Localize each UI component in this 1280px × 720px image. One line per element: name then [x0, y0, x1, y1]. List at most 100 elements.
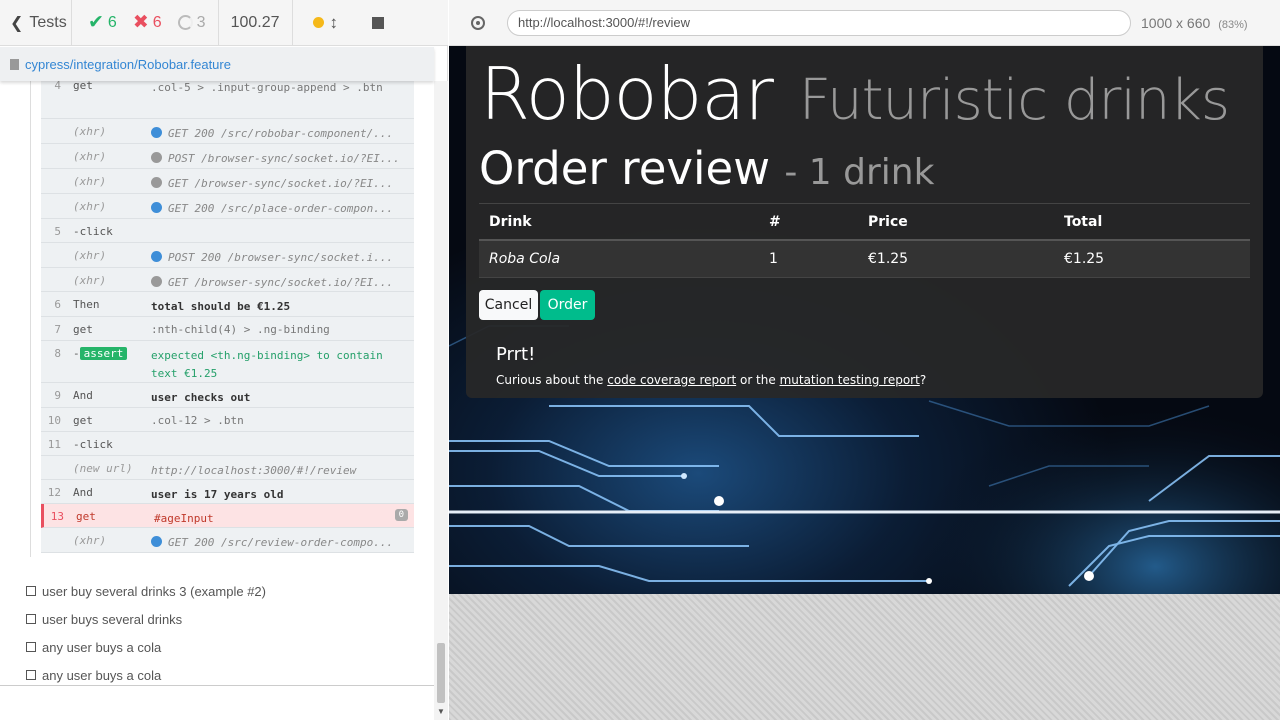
selector-playground-crosshair-icon[interactable] — [471, 15, 485, 30]
xhr-pending-dot-icon — [151, 276, 162, 287]
command-name: (xhr) — [73, 175, 107, 188]
step-row[interactable]: 6 Then total should be €1.25 — [41, 292, 414, 317]
viewport-size: 1000 x 660 — [1141, 14, 1211, 31]
aut-url: http://localhost:3000/#!/review — [518, 15, 690, 30]
auto-scroll-toggle-icon[interactable]: ↕ — [330, 13, 339, 33]
command-message: :nth-child(4) > .ng-binding — [151, 323, 330, 336]
command-message: GET 200 /src/review-order-compo... — [168, 536, 394, 549]
xhr-row[interactable]: (xhr) GET 200 /src/place-order-compon... — [41, 194, 414, 219]
order-button[interactable]: Order — [540, 290, 595, 320]
step-text: user checks out — [151, 391, 251, 404]
command-message: POST 200 /browser-sync/socket.i... — [168, 251, 394, 264]
viewport-empty-area — [449, 594, 1280, 720]
runner-header: http://localhost:3000/#!/review 1000 x 6… — [449, 0, 1280, 46]
scroll-down-arrow-icon[interactable]: ▼ — [437, 707, 445, 716]
order-review-heading: Order review - 1 drink — [479, 142, 934, 195]
test-item[interactable]: user buys several drinks — [26, 605, 266, 633]
reporter-panel: ❮ Tests ✔ 6 ✖ 6 3 100.27 ↕ cypress/integ… — [0, 0, 448, 720]
command-number: 4 — [54, 81, 61, 92]
command-name: get — [73, 414, 93, 427]
xhr-status-dot-icon — [151, 127, 162, 138]
cancel-button[interactable]: Cancel — [479, 290, 538, 320]
cross-icon: ✖ — [132, 12, 149, 33]
command-message: GET /browser-sync/socket.io/?EI... — [168, 276, 394, 289]
running-indicator-icon — [312, 17, 324, 28]
xhr-row[interactable]: (xhr) GET 200 /src/robobar-component/... — [41, 119, 414, 144]
prrt-text-pre: Curious about the — [496, 373, 608, 387]
command-row[interactable]: 4 get :nth-child(1) > .nth-child(3) > .r… — [41, 81, 414, 119]
pending-count: 3 — [162, 0, 206, 46]
command-name: (xhr) — [73, 249, 107, 262]
pending-number: 3 — [196, 13, 206, 31]
command-number: 10 — [47, 414, 61, 427]
xhr-row[interactable]: (xhr) GET 200 /src/review-order-compo... — [41, 528, 414, 553]
command-row[interactable]: 5 -click — [41, 219, 414, 243]
step-row[interactable]: 12 And user is 17 years old — [41, 480, 414, 504]
step-keyword: And — [73, 389, 93, 402]
test-item[interactable]: any user buys a cola — [26, 633, 266, 661]
test-item[interactable]: user buy several drinks 3 (example #2) — [26, 577, 266, 605]
back-label: Tests — [29, 13, 67, 31]
xhr-row[interactable]: (xhr) POST 200 /browser-sync/socket.i... — [41, 243, 414, 268]
command-row[interactable]: 10 get .col-12 > .btn — [41, 408, 414, 432]
xhr-pending-dot-icon — [151, 152, 162, 163]
failed-count: ✖ 6 — [117, 0, 162, 46]
command-name: (xhr) — [73, 274, 107, 287]
command-message: GET 200 /src/place-order-compon... — [168, 202, 394, 215]
assert-row[interactable]: 8 - assert expected <th.ng-binding> to co… — [41, 341, 414, 383]
back-to-tests-button[interactable]: ❮ Tests — [0, 0, 72, 46]
brand-name: Robobar — [480, 52, 774, 136]
prrt-text: Curious about the code coverage report o… — [496, 373, 926, 387]
command-row[interactable]: 7 get :nth-child(4) > .ng-binding — [41, 317, 414, 341]
xhr-row[interactable]: (xhr) GET /browser-sync/socket.io/?EI... — [41, 268, 414, 292]
command-number: 13 — [50, 510, 64, 523]
command-name: -click — [73, 438, 113, 451]
xhr-row[interactable]: (xhr) POST /browser-sync/socket.io/?EI..… — [41, 144, 414, 169]
xhr-status-dot-icon — [151, 251, 162, 262]
viewport-info[interactable]: 1000 x 660 (83%) — [1141, 15, 1248, 31]
test-status-icon — [26, 670, 36, 680]
passed-count: ✔ 6 — [72, 0, 117, 46]
command-row[interactable]: 11 -click — [41, 432, 414, 456]
prrt-text-mid: or the — [736, 373, 780, 387]
xhr-row[interactable]: (xhr) GET /browser-sync/socket.io/?EI... — [41, 169, 414, 194]
command-name: get — [73, 323, 93, 336]
step-text: total should be €1.25 — [151, 300, 291, 313]
scrollbar-thumb[interactable] — [437, 643, 445, 703]
reporter-scrollbar[interactable]: ▼ — [434, 81, 448, 720]
command-number: 11 — [47, 438, 61, 451]
mutation-testing-link[interactable]: mutation testing report — [780, 373, 920, 387]
step-text: user is 17 years old — [151, 488, 284, 501]
new-url-row[interactable]: (new url) http://localhost:3000/#!/revie… — [41, 456, 414, 480]
command-message: POST /browser-sync/socket.io/?EI... — [168, 152, 400, 165]
order-table: Drink # Price Total Roba Cola 1 €1.25 €1… — [479, 204, 1250, 278]
command-number: 12 — [47, 486, 61, 499]
command-name: get — [76, 510, 96, 523]
command-name: (new url) — [73, 462, 133, 475]
check-icon: ✔ — [88, 12, 104, 33]
step-row[interactable]: 9 And user checks out — [41, 383, 414, 408]
test-status-icon — [26, 586, 36, 596]
spec-path[interactable]: cypress/integration/Robobar.feature — [0, 47, 434, 81]
command-message: .col-12 > .btn — [151, 414, 244, 427]
prrt-heading: Prrt! — [496, 344, 536, 365]
test-title: any user buys a cola — [42, 667, 162, 683]
test-title: user buy several drinks 3 (example #2) — [42, 583, 266, 599]
duration: 100.27 — [217, 0, 293, 46]
failed-command-row[interactable]: 13 get #ageInput 0 — [41, 504, 414, 528]
aut-url-bar[interactable]: http://localhost:3000/#!/review — [507, 9, 1131, 36]
xhr-pending-dot-icon — [151, 177, 162, 188]
stop-button[interactable] — [372, 16, 384, 29]
test-item[interactable]: any user buys a cola — [26, 661, 266, 685]
code-coverage-link[interactable]: code coverage report — [607, 373, 736, 387]
order-count: - 1 drink — [784, 152, 935, 193]
xhr-status-dot-icon — [151, 536, 162, 547]
command-area: 4 get :nth-child(1) > .nth-child(3) > .r… — [0, 81, 434, 685]
command-name: (xhr) — [73, 200, 107, 213]
command-name: (xhr) — [73, 150, 107, 163]
command-number: 5 — [54, 225, 61, 238]
prrt-text-post: ? — [919, 373, 927, 387]
drink-quantity: 1 — [759, 240, 858, 278]
brand-tagline: Futuristic drinks — [798, 68, 1230, 133]
command-message: http://localhost:3000/#!/review — [151, 464, 357, 477]
